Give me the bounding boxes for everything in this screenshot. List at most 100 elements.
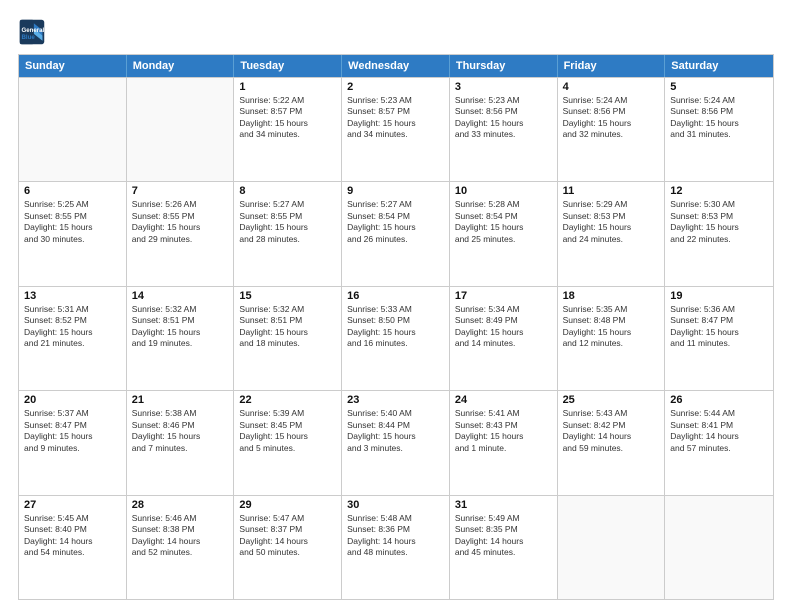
cell-line: and 22 minutes. bbox=[670, 234, 768, 245]
day-number: 11 bbox=[563, 185, 660, 197]
day-number: 9 bbox=[347, 185, 444, 197]
day-number: 30 bbox=[347, 499, 444, 511]
cell-line: Sunset: 8:50 PM bbox=[347, 315, 444, 326]
cell-line: and 54 minutes. bbox=[24, 547, 121, 558]
calendar-cell: 2Sunrise: 5:23 AMSunset: 8:57 PMDaylight… bbox=[342, 78, 450, 181]
cell-line: Daylight: 15 hours bbox=[347, 431, 444, 442]
cell-line: Daylight: 14 hours bbox=[239, 536, 336, 547]
day-number: 25 bbox=[563, 394, 660, 406]
calendar-cell: 1 Sunrise: 5:22 AMSunset: 8:57 PMDaylight… bbox=[234, 78, 342, 181]
day-number: 16 bbox=[347, 290, 444, 302]
cell-line: Daylight: 15 hours bbox=[455, 118, 552, 129]
cell-line: Sunrise: 5:22 AM bbox=[239, 95, 336, 106]
cell-line: Daylight: 14 hours bbox=[132, 536, 229, 547]
calendar-header: SundayMondayTuesdayWednesdayThursdayFrid… bbox=[19, 55, 773, 77]
cell-line: Sunrise: 5:30 AM bbox=[670, 199, 768, 210]
cell-line: Sunset: 8:41 PM bbox=[670, 420, 768, 431]
logo: General Blue bbox=[18, 18, 50, 46]
calendar: SundayMondayTuesdayWednesdayThursdayFrid… bbox=[18, 54, 774, 600]
cell-line: Sunrise: 5:28 AM bbox=[455, 199, 552, 210]
cell-line: Sunrise: 5:49 AM bbox=[455, 513, 552, 524]
cell-line: Sunrise: 5:45 AM bbox=[24, 513, 121, 524]
day-number: 5 bbox=[670, 81, 768, 93]
day-number: 1 bbox=[239, 81, 336, 93]
cell-line: and 7 minutes. bbox=[132, 443, 229, 454]
cell-line: and 32 minutes. bbox=[563, 129, 660, 140]
day-number: 21 bbox=[132, 394, 229, 406]
cell-line: Daylight: 15 hours bbox=[563, 327, 660, 338]
cell-line: and 45 minutes. bbox=[455, 547, 552, 558]
calendar-cell: 31Sunrise: 5:49 AMSunset: 8:35 PMDayligh… bbox=[450, 496, 558, 599]
cell-line: and 34 minutes. bbox=[347, 129, 444, 140]
cell-line: Daylight: 14 hours bbox=[347, 536, 444, 547]
calendar-cell: 20Sunrise: 5:37 AMSunset: 8:47 PMDayligh… bbox=[19, 391, 127, 494]
day-number: 27 bbox=[24, 499, 121, 511]
cell-line: and 25 minutes. bbox=[455, 234, 552, 245]
cell-line: Sunrise: 5:23 AM bbox=[347, 95, 444, 106]
cell-line: Daylight: 15 hours bbox=[239, 431, 336, 442]
calendar-cell: 14Sunrise: 5:32 AMSunset: 8:51 PMDayligh… bbox=[127, 287, 235, 390]
cell-line: Daylight: 15 hours bbox=[347, 327, 444, 338]
cell-line: Sunset: 8:52 PM bbox=[24, 315, 121, 326]
cell-line: and 29 minutes. bbox=[132, 234, 229, 245]
calendar-header-cell: Thursday bbox=[450, 55, 558, 77]
calendar-cell: 11Sunrise: 5:29 AMSunset: 8:53 PMDayligh… bbox=[558, 182, 666, 285]
cell-line: Daylight: 15 hours bbox=[132, 431, 229, 442]
cell-line: Daylight: 15 hours bbox=[347, 118, 444, 129]
calendar-cell: 12Sunrise: 5:30 AMSunset: 8:53 PMDayligh… bbox=[665, 182, 773, 285]
cell-line: Sunrise: 5:41 AM bbox=[455, 408, 552, 419]
cell-line: Sunset: 8:38 PM bbox=[132, 524, 229, 535]
svg-text:Blue: Blue bbox=[22, 34, 36, 41]
cell-line: Sunrise: 5:43 AM bbox=[563, 408, 660, 419]
calendar-cell: 25Sunrise: 5:43 AMSunset: 8:42 PMDayligh… bbox=[558, 391, 666, 494]
calendar-cell: 24Sunrise: 5:41 AMSunset: 8:43 PMDayligh… bbox=[450, 391, 558, 494]
cell-line: Sunset: 8:55 PM bbox=[132, 211, 229, 222]
cell-line: Daylight: 15 hours bbox=[670, 222, 768, 233]
day-number: 4 bbox=[563, 81, 660, 93]
cell-line: and 48 minutes. bbox=[347, 547, 444, 558]
day-number: 29 bbox=[239, 499, 336, 511]
cell-line: Sunrise: 5:24 AM bbox=[670, 95, 768, 106]
calendar-cell: 29Sunrise: 5:47 AMSunset: 8:37 PMDayligh… bbox=[234, 496, 342, 599]
day-number: 3 bbox=[455, 81, 552, 93]
cell-line: Sunset: 8:49 PM bbox=[455, 315, 552, 326]
cell-line: Daylight: 15 hours bbox=[455, 222, 552, 233]
cell-line: Daylight: 15 hours bbox=[24, 431, 121, 442]
cell-line: Sunset: 8:47 PM bbox=[24, 420, 121, 431]
calendar-cell: 8Sunrise: 5:27 AMSunset: 8:55 PMDaylight… bbox=[234, 182, 342, 285]
cell-line: Sunset: 8:51 PM bbox=[239, 315, 336, 326]
day-number: 8 bbox=[239, 185, 336, 197]
cell-line: Sunrise: 5:27 AM bbox=[347, 199, 444, 210]
day-number: 20 bbox=[24, 394, 121, 406]
calendar-header-cell: Saturday bbox=[665, 55, 773, 77]
cell-line: and 24 minutes. bbox=[563, 234, 660, 245]
cell-line: Sunset: 8:45 PM bbox=[239, 420, 336, 431]
cell-line: and 30 minutes. bbox=[24, 234, 121, 245]
cell-line: Daylight: 14 hours bbox=[455, 536, 552, 547]
calendar-cell: 9Sunrise: 5:27 AMSunset: 8:54 PMDaylight… bbox=[342, 182, 450, 285]
calendar-cell: 19Sunrise: 5:36 AMSunset: 8:47 PMDayligh… bbox=[665, 287, 773, 390]
cell-line: and 59 minutes. bbox=[563, 443, 660, 454]
day-number: 13 bbox=[24, 290, 121, 302]
cell-line: and 57 minutes. bbox=[670, 443, 768, 454]
cell-line: Sunset: 8:54 PM bbox=[455, 211, 552, 222]
calendar-header-cell: Monday bbox=[127, 55, 235, 77]
calendar-cell bbox=[665, 496, 773, 599]
cell-line: Daylight: 15 hours bbox=[455, 431, 552, 442]
cell-line: Sunrise: 5:47 AM bbox=[239, 513, 336, 524]
cell-line: Daylight: 14 hours bbox=[670, 431, 768, 442]
cell-line: Daylight: 15 hours bbox=[239, 222, 336, 233]
cell-line: Daylight: 15 hours bbox=[563, 118, 660, 129]
calendar-row: 13Sunrise: 5:31 AMSunset: 8:52 PMDayligh… bbox=[19, 286, 773, 390]
cell-line: Sunset: 8:56 PM bbox=[670, 106, 768, 117]
cell-line: and 31 minutes. bbox=[670, 129, 768, 140]
calendar-cell: 3Sunrise: 5:23 AMSunset: 8:56 PMDaylight… bbox=[450, 78, 558, 181]
calendar-cell: 26Sunrise: 5:44 AMSunset: 8:41 PMDayligh… bbox=[665, 391, 773, 494]
cell-line: Sunrise: 5:34 AM bbox=[455, 304, 552, 315]
cell-line: Sunset: 8:57 PM bbox=[239, 106, 336, 117]
cell-line: Sunrise: 5:36 AM bbox=[670, 304, 768, 315]
cell-line: and 18 minutes. bbox=[239, 338, 336, 349]
cell-line: and 34 minutes. bbox=[239, 129, 336, 140]
calendar-header-cell: Friday bbox=[558, 55, 666, 77]
cell-line: Daylight: 15 hours bbox=[239, 118, 336, 129]
